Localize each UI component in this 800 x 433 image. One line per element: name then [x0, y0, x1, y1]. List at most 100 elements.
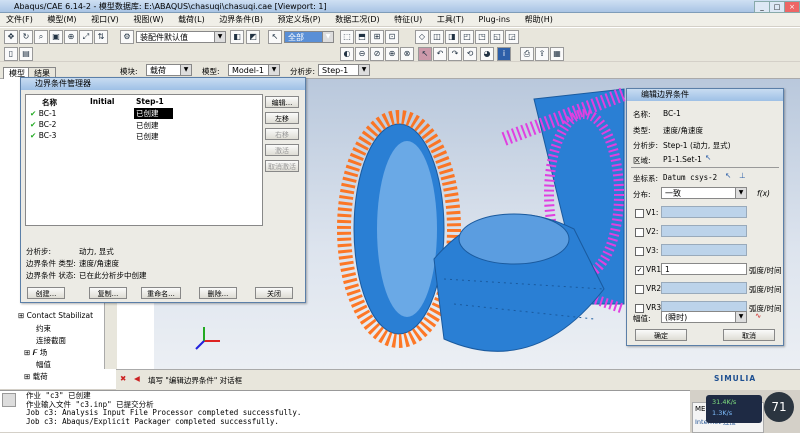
row-status-selected[interactable]: 已创建 — [134, 108, 173, 119]
open-icon[interactable]: ▤ — [19, 47, 33, 61]
vr2-checkbox[interactable] — [635, 285, 644, 294]
copy-button[interactable]: 复制... — [89, 287, 127, 299]
print-icon[interactable]: ⎙ — [520, 47, 534, 61]
zoom-icon[interactable]: ⊕ — [64, 30, 78, 44]
tree-item[interactable]: 连接截面 — [36, 335, 66, 346]
menu-feature[interactable]: 特征(U) — [388, 13, 428, 25]
v3-checkbox[interactable] — [635, 247, 644, 256]
export-icon[interactable]: ⇪ — [535, 47, 549, 61]
menu-view[interactable]: 视图(W) — [127, 13, 169, 25]
render-style-icon[interactable]: ◧ — [230, 30, 244, 44]
view-front-icon[interactable]: ◫ — [430, 30, 444, 44]
step-combo[interactable]: Step-1 ▼ — [318, 64, 370, 76]
view-bottom-icon[interactable]: ◳ — [475, 30, 489, 44]
rotate-icon[interactable]: ↻ — [19, 30, 33, 44]
display-group-icon[interactable]: ◐ — [340, 47, 354, 61]
menu-predefined[interactable]: 预定义场(P) — [272, 13, 327, 25]
select-filter-combo[interactable]: 全部 ▼ — [284, 31, 334, 43]
info-icon[interactable]: i — [497, 47, 511, 61]
fx-icon[interactable]: f(x) — [757, 189, 770, 198]
menu-viewport[interactable]: 视口(V) — [85, 13, 125, 25]
module-combo[interactable]: 载荷 ▼ — [146, 64, 192, 76]
memory-gauge[interactable]: 71 — [764, 392, 794, 422]
csys-triad-icon[interactable]: ⊥ — [739, 171, 746, 180]
undo-icon[interactable]: ↶ — [433, 47, 447, 61]
view-top-icon[interactable]: ◰ — [460, 30, 474, 44]
edit-region-icon[interactable]: ↖ — [705, 153, 711, 162]
maximize-button[interactable]: □ — [769, 1, 785, 13]
move-right-button[interactable]: 右移 — [265, 128, 299, 140]
close-dialog-button[interactable]: 关闭 — [255, 287, 293, 299]
view-back-icon[interactable]: ◨ — [445, 30, 459, 44]
menu-tools[interactable]: 工具(T) — [431, 13, 470, 25]
delete-button[interactable]: 删除... — [199, 287, 237, 299]
select-arrow-icon[interactable]: ↖ — [268, 30, 282, 44]
vr2-field[interactable] — [661, 282, 747, 294]
edit-button[interactable]: 编辑... — [265, 96, 299, 108]
minimize-button[interactable]: _ — [754, 1, 770, 13]
move-left-button[interactable]: 左移 — [265, 112, 299, 124]
add-icon[interactable]: ⊕ — [385, 47, 399, 61]
vr1-field[interactable]: 1 — [661, 263, 747, 275]
menu-datacase[interactable]: 数据工况(D) — [329, 13, 385, 25]
back-icon[interactable]: ◀ — [134, 374, 140, 383]
menu-load[interactable]: 载荷(L) — [172, 13, 211, 25]
assembly-icon[interactable]: ⚙ — [120, 30, 134, 44]
close-button[interactable]: × — [784, 1, 800, 13]
ok-button[interactable]: 确定 — [635, 329, 687, 341]
cycle-icon[interactable]: ⇅ — [94, 30, 108, 44]
v1-field[interactable] — [661, 206, 747, 218]
vr3-checkbox[interactable] — [635, 304, 644, 313]
query-icon[interactable]: ↖ — [418, 47, 432, 61]
select-all-icon[interactable]: ⊡ — [385, 30, 399, 44]
amplitude-combo[interactable]: (瞬时) ▼ — [661, 311, 747, 323]
menu-help[interactable]: 帮助(H) — [519, 13, 559, 25]
select-through-icon[interactable]: ⬒ — [355, 30, 369, 44]
menu-plugins[interactable]: Plug-ins — [473, 14, 517, 24]
tree-item[interactable]: ⊞ 𝑭 场 — [24, 347, 47, 358]
magnify-icon[interactable]: ⌕ — [34, 30, 48, 44]
tree-item[interactable]: ⊞ 载荷 — [24, 371, 48, 382]
table-row[interactable]: ✔ BC-3 — [30, 131, 56, 140]
remove-icon[interactable]: ⊘ — [370, 47, 384, 61]
select-csys-icon[interactable]: ↖ — [725, 171, 731, 180]
zoom-box-icon[interactable]: ▣ — [49, 30, 63, 44]
table-row[interactable]: ✔ BC-2 — [30, 120, 56, 129]
amplitude-create-icon[interactable]: ∿ — [755, 311, 761, 320]
reset-icon[interactable]: ⟲ — [463, 47, 477, 61]
redo-icon[interactable]: ↷ — [448, 47, 462, 61]
replace-icon[interactable]: ⊖ — [355, 47, 369, 61]
v2-field[interactable] — [661, 225, 747, 237]
intersect-icon[interactable]: ⊗ — [400, 47, 414, 61]
new-icon[interactable]: ▯ — [4, 47, 18, 61]
tree-item[interactable]: 约束 — [36, 323, 51, 334]
fit-icon[interactable]: ⤢ — [79, 30, 93, 44]
cancel-procedure-icon[interactable]: ✖ — [120, 374, 126, 383]
rename-button[interactable]: 重命名... — [141, 287, 181, 299]
v2-checkbox[interactable] — [635, 228, 644, 237]
activate-button[interactable]: 激活 — [265, 144, 299, 156]
row-status[interactable]: 已创建 — [136, 120, 159, 131]
model-combo[interactable]: Model-1 ▼ — [228, 64, 280, 76]
cancel-button[interactable]: 取消 — [723, 329, 775, 341]
menu-file[interactable]: 文件(F) — [0, 13, 39, 25]
menu-model[interactable]: 模型(M) — [41, 13, 82, 25]
create-button[interactable]: 创建... — [27, 287, 65, 299]
tree-item[interactable]: ⊞ Contact Stabilizat — [18, 311, 93, 320]
select-box-icon[interactable]: ⬚ — [340, 30, 354, 44]
pan-icon[interactable]: ✥ — [4, 30, 18, 44]
render-mode-icon[interactable]: ◩ — [246, 30, 260, 44]
deactivate-button[interactable]: 取消激活 — [265, 160, 299, 172]
v1-checkbox[interactable] — [635, 209, 644, 218]
tree-item[interactable]: 幅值 — [36, 359, 51, 370]
view-iso-icon[interactable]: ◇ — [415, 30, 429, 44]
assembly-combo[interactable]: 装配件默认值 ▼ — [136, 31, 226, 43]
menu-bc[interactable]: 边界条件(B) — [213, 13, 269, 25]
select-mode-icon[interactable]: ⊞ — [370, 30, 384, 44]
view-right-icon[interactable]: ◲ — [505, 30, 519, 44]
table-row[interactable]: ✔ BC-1 — [30, 109, 56, 118]
view-left-icon[interactable]: ◱ — [490, 30, 504, 44]
image-icon[interactable]: ▦ — [550, 47, 564, 61]
distribution-combo[interactable]: 一致 ▼ — [661, 187, 747, 199]
row-status[interactable]: 已创建 — [136, 131, 159, 142]
